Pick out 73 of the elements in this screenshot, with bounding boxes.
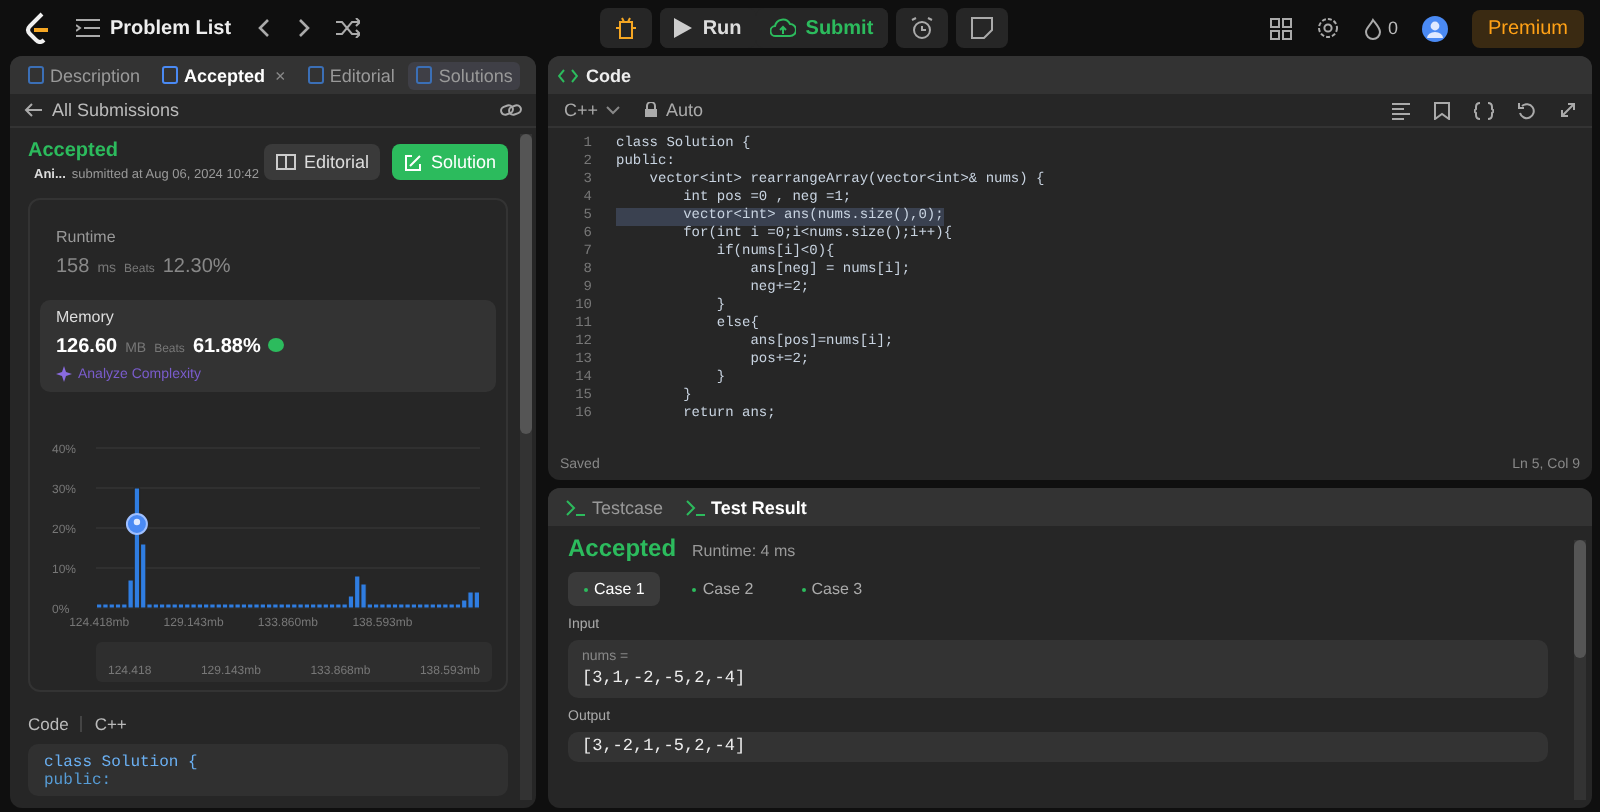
tab-icon — [416, 66, 433, 84]
shuffle-icon[interactable] — [335, 18, 360, 38]
expand-icon[interactable] — [1560, 102, 1576, 118]
cloud-upload-icon — [769, 18, 796, 38]
code-line: public: — [44, 772, 114, 790]
case-tab[interactable]: Case 1 — [568, 572, 661, 606]
bookmark-icon[interactable] — [1434, 101, 1450, 119]
braces-icon[interactable] — [1474, 101, 1494, 119]
beats-percent: 12.30% — [162, 256, 231, 278]
edit-icon — [404, 153, 423, 171]
auto-mode-toggle[interactable]: Auto — [644, 100, 704, 120]
bug-icon — [614, 16, 639, 40]
result-status: Accepted — [568, 534, 677, 562]
next-icon[interactable] — [295, 18, 312, 38]
panel-tab[interactable]: Test Result — [677, 493, 815, 521]
beats-percent: 61.88% — [192, 336, 261, 358]
terminal-icon — [685, 499, 706, 515]
terminal-icon — [566, 499, 586, 515]
stat-value: 126.60 — [56, 336, 118, 358]
panel-tab[interactable]: Description — [20, 61, 149, 89]
alarm-icon — [909, 16, 934, 40]
tab-icon — [162, 66, 179, 84]
timer-button[interactable] — [895, 8, 948, 48]
logo-icon[interactable] — [24, 12, 52, 44]
flame-icon — [1363, 17, 1382, 39]
language-label: C++ — [94, 714, 127, 734]
book-icon — [275, 154, 296, 170]
lock-icon — [644, 102, 659, 118]
panel-title: Code — [558, 65, 631, 85]
submission-marker-icon — [125, 513, 148, 535]
notes-button[interactable] — [955, 8, 1008, 48]
format-icon[interactable] — [1392, 101, 1410, 119]
link-icon[interactable] — [500, 102, 522, 118]
scrollbar[interactable] — [520, 134, 532, 800]
list-icon — [76, 18, 100, 38]
play-icon — [674, 18, 693, 38]
close-tab-icon[interactable]: × — [275, 65, 286, 85]
settings-icon[interactable] — [1315, 16, 1340, 40]
rank-icon — [268, 338, 285, 352]
editorial-button[interactable]: Editorial — [263, 144, 381, 180]
stat-label: Memory — [56, 308, 116, 326]
chevron-down-icon — [606, 105, 621, 115]
panel-tab[interactable]: Testcase — [558, 493, 672, 521]
undo-icon[interactable] — [1518, 101, 1536, 119]
avatar-icon[interactable] — [1421, 15, 1448, 41]
code-icon — [558, 67, 578, 83]
grid-icon[interactable] — [1269, 17, 1292, 39]
panel-tab[interactable]: Solutions — [408, 61, 521, 89]
problem-list-link[interactable]: Problem List — [76, 17, 232, 39]
streak-counter[interactable]: 0 — [1363, 17, 1398, 39]
submission-status: Accepted — [28, 140, 121, 162]
stat-label: Runtime — [56, 228, 118, 246]
runtime-text: Runtime: 4 ms — [692, 542, 796, 560]
all-submissions-link[interactable]: All Submissions — [24, 100, 180, 120]
case-tab[interactable]: Case 3 — [785, 572, 879, 606]
language-dropdown[interactable]: C++ — [564, 100, 621, 120]
tab-icon — [28, 66, 44, 84]
back-arrow-icon — [24, 102, 42, 118]
note-icon — [969, 16, 994, 40]
panel-tab[interactable]: Editorial — [299, 61, 403, 89]
output-value: [3,-2,1,-5,2,-4] — [582, 736, 746, 756]
code-label: Code — [28, 714, 69, 734]
scrollbar[interactable] — [1574, 540, 1586, 800]
input-value: [3,1,-2,-5,2,-4] — [582, 668, 748, 688]
stat-value: 158 — [56, 256, 90, 278]
premium-button[interactable]: Premium — [1471, 9, 1584, 47]
code-line: class Solution { — [44, 754, 200, 772]
tab-icon — [307, 66, 324, 84]
panel-tab[interactable]: Accepted × — [154, 61, 294, 89]
debug-button[interactable] — [600, 8, 653, 48]
case-tab[interactable]: Case 2 — [676, 572, 770, 606]
sparkle-icon — [56, 366, 72, 382]
previous-icon[interactable] — [255, 18, 272, 38]
